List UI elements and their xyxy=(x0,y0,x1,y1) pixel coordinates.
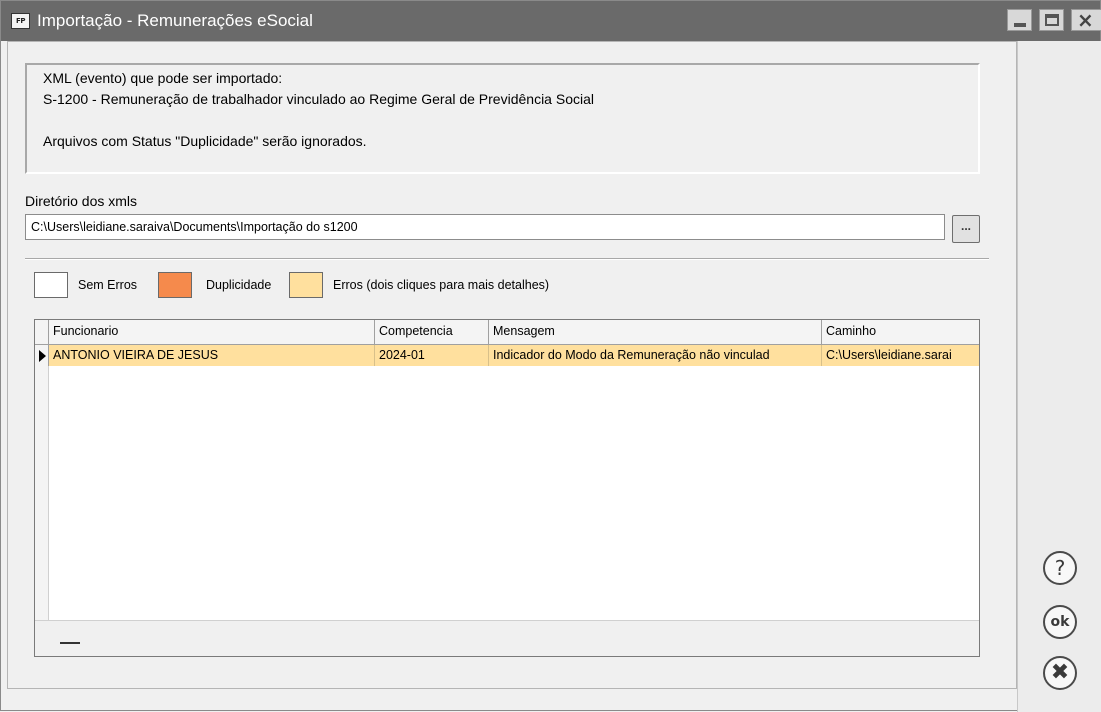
column-header-caminho[interactable]: Caminho xyxy=(822,320,979,344)
separator xyxy=(25,258,989,260)
info-box: XML (evento) que pode ser importado: S-1… xyxy=(25,63,980,174)
legend-swatch-no-errors xyxy=(34,272,68,298)
row-pointer-icon xyxy=(39,350,46,362)
grid-indicator-header xyxy=(35,320,49,344)
maximize-button[interactable] xyxy=(1039,9,1064,31)
cell-funcionario: ANTONIO VIEIRA DE JESUS xyxy=(49,345,375,366)
browse-button[interactable]: ... xyxy=(952,215,980,243)
column-header-funcionario[interactable]: Funcionario xyxy=(49,320,375,344)
row-indicator xyxy=(35,345,49,366)
column-header-mensagem[interactable]: Mensagem xyxy=(489,320,822,344)
ok-button[interactable]: ok xyxy=(1043,605,1077,639)
maximize-icon xyxy=(1045,14,1059,26)
app-icon: FP xyxy=(11,13,30,29)
cell-competencia: 2024-01 xyxy=(375,345,489,366)
title-bar[interactable]: FP Importação - Remunerações eSocial × xyxy=(1,1,1101,41)
action-sidebar: ? ok ✖ xyxy=(1017,41,1101,712)
column-header-competencia[interactable]: Competencia xyxy=(375,320,489,344)
directory-input[interactable]: C:\Users\leidiane.saraiva\Documents\Impo… xyxy=(25,214,945,240)
directory-label: Diretório dos xmls xyxy=(25,193,138,209)
legend-swatch-duplicate xyxy=(158,272,192,298)
import-grid[interactable]: Funcionario Competencia Mensagem Caminho… xyxy=(34,319,980,657)
minimize-icon xyxy=(1014,23,1026,27)
info-line-event: XML (evento) que pode ser importado: xyxy=(43,70,283,86)
close-window-button[interactable]: × xyxy=(1071,8,1101,32)
legend-label-errors: Erros (dois cliques para mais detalhes) xyxy=(333,278,550,292)
grid-row-indicator-column xyxy=(35,366,49,620)
legend-swatch-errors xyxy=(289,272,323,298)
info-line-duplicate-note: Arquivos com Status "Duplicidade" serão … xyxy=(43,133,367,149)
legend-label-duplicate: Duplicidade xyxy=(206,278,272,292)
info-line-s1200: S-1200 - Remuneração de trabalhador vinc… xyxy=(43,91,594,107)
window-title: Importação - Remunerações eSocial xyxy=(37,11,313,30)
close-icon: × xyxy=(1077,8,1094,32)
cancel-button[interactable]: ✖ xyxy=(1043,656,1077,690)
help-button[interactable]: ? xyxy=(1043,551,1077,585)
grid-header: Funcionario Competencia Mensagem Caminho xyxy=(35,320,979,345)
minimize-button[interactable] xyxy=(1007,9,1032,31)
legend-label-no-errors: Sem Erros xyxy=(78,278,138,292)
cell-mensagem: Indicador do Modo da Remuneração não vin… xyxy=(489,345,822,366)
grid-footer xyxy=(35,620,979,656)
import-window: FP Importação - Remunerações eSocial × X… xyxy=(0,0,1101,712)
grid-footer-mark xyxy=(60,642,80,644)
cell-caminho: C:\Users\leidiane.sarai xyxy=(826,348,952,362)
table-row[interactable]: ANTONIO VIEIRA DE JESUS 2024-01 Indicado… xyxy=(35,345,979,366)
